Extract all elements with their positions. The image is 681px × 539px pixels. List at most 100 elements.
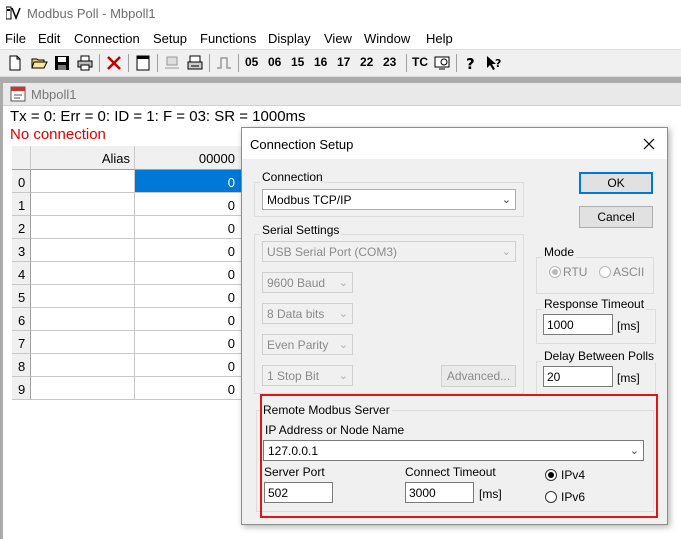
mode-rtu-radio[interactable] <box>549 266 561 278</box>
menu-file[interactable]: File <box>5 31 26 46</box>
print-icon[interactable] <box>76 54 94 72</box>
function-code-06-button[interactable]: 06 <box>268 55 281 74</box>
close-icon[interactable] <box>643 138 655 150</box>
menu-display[interactable]: Display <box>268 31 311 46</box>
save-icon[interactable] <box>53 54 71 72</box>
window-title: Modbus Poll - Mbpoll1 <box>27 6 156 21</box>
poll-status-line: Tx = 0: Err = 0: ID = 1: F = 03: SR = 10… <box>10 108 306 125</box>
register-value-cell[interactable]: 0 <box>135 285 248 308</box>
register-value-cell[interactable]: 0 <box>135 170 248 193</box>
child-window-title: Mbpoll1 <box>31 87 77 102</box>
new-file-icon[interactable] <box>6 54 24 72</box>
window-icon[interactable] <box>134 54 152 72</box>
help-icon[interactable]: ? <box>462 54 480 72</box>
printer-log-icon[interactable] <box>186 54 204 72</box>
pulse-icon[interactable] <box>215 54 233 72</box>
connection-status: No connection <box>10 126 106 143</box>
menu-connection[interactable]: Connection <box>74 31 140 46</box>
advanced-button[interactable]: Advanced... <box>441 365 516 387</box>
register-value-cell[interactable]: 0 <box>135 308 248 331</box>
alias-cell[interactable] <box>31 262 135 285</box>
toolbar-separator <box>238 54 239 72</box>
row-header[interactable]: 8 <box>12 354 31 377</box>
row-header[interactable]: 7 <box>12 331 31 354</box>
open-folder-icon[interactable] <box>30 54 48 72</box>
stop-bits-select[interactable]: 1 Stop Bit ⌄ <box>262 365 353 386</box>
parity-select[interactable]: Even Parity ⌄ <box>262 334 353 355</box>
serial-settings-group-label: Serial Settings <box>260 223 342 237</box>
function-code-23-button[interactable]: 23 <box>383 55 396 74</box>
close-icon[interactable] <box>105 54 123 72</box>
register-value-cell[interactable]: 0 <box>135 377 248 400</box>
baud-rate-select[interactable]: 9600 Baud ⌄ <box>262 272 353 293</box>
row-header[interactable]: 2 <box>12 216 31 239</box>
row-header[interactable]: 0 <box>12 170 31 193</box>
alias-cell[interactable] <box>31 308 135 331</box>
toolbar-separator <box>99 54 100 72</box>
register-grid: Alias 00000 00102030405060708090 <box>12 146 248 400</box>
context-help-icon[interactable]: ? <box>485 54 503 72</box>
response-timeout-unit: [ms] <box>617 319 640 333</box>
read-write-icon[interactable] <box>163 54 181 72</box>
row-header[interactable]: 6 <box>12 308 31 331</box>
toolbar-separator <box>209 54 210 72</box>
mode-group-label: Mode <box>542 245 577 259</box>
register-value-cell[interactable]: 0 <box>135 216 248 239</box>
response-timeout-input[interactable]: 1000 <box>543 314 613 335</box>
row-header[interactable]: 3 <box>12 239 31 262</box>
serial-port-select[interactable]: USB Serial Port (COM3) ⌄ <box>262 241 516 262</box>
ok-button[interactable]: OK <box>579 172 653 194</box>
chevron-down-icon: ⌄ <box>338 339 348 351</box>
menu-functions[interactable]: Functions <box>200 31 256 46</box>
data-bits-select[interactable]: 8 Data bits ⌄ <box>262 303 353 324</box>
toolbar-separator <box>157 54 158 72</box>
row-header[interactable]: 1 <box>12 193 31 216</box>
register-value-cell[interactable]: 0 <box>135 262 248 285</box>
row-header[interactable]: 9 <box>12 377 31 400</box>
delay-between-polls-input[interactable]: 20 <box>543 366 613 387</box>
function-code-05-button[interactable]: 05 <box>245 55 258 74</box>
register-value-cell[interactable]: 0 <box>135 331 248 354</box>
connection-setup-dialog: Connection Setup Connection Modbus TCP/I… <box>241 127 668 525</box>
connection-type-select[interactable]: Modbus TCP/IP ⌄ <box>262 189 516 210</box>
alias-cell[interactable] <box>31 239 135 262</box>
child-window-titlebar[interactable]: Mbpoll1 <box>3 83 681 106</box>
connection-type-value: Modbus TCP/IP <box>267 193 352 207</box>
delay-between-polls-label: Delay Between Polls <box>542 349 657 363</box>
toolbar-separator <box>406 54 407 72</box>
toolbar: 05 06 15 16 17 22 23 TC ? ? <box>0 49 681 77</box>
alias-cell[interactable] <box>31 285 135 308</box>
svg-text:?: ? <box>495 57 501 70</box>
document-icon <box>10 86 26 102</box>
menu-help[interactable]: Help <box>426 31 453 46</box>
dialog-title: Connection Setup <box>250 137 354 152</box>
response-timeout-label: Response Timeout <box>542 297 647 311</box>
row-header[interactable]: 4 <box>12 262 31 285</box>
function-code-17-button[interactable]: 17 <box>337 55 350 74</box>
grid-corner <box>12 146 31 170</box>
serial-port-value: USB Serial Port (COM3) <box>267 245 398 259</box>
menu-view[interactable]: View <box>324 31 352 46</box>
function-code-15-button[interactable]: 15 <box>291 55 304 74</box>
menu-window[interactable]: Window <box>364 31 410 46</box>
mode-rtu-label: RTU <box>563 265 588 279</box>
function-code-22-button[interactable]: 22 <box>360 55 373 74</box>
alias-cell[interactable] <box>31 331 135 354</box>
traffic-button[interactable]: TC <box>412 55 428 74</box>
menu-edit[interactable]: Edit <box>38 31 60 46</box>
monitor-icon[interactable] <box>433 54 451 72</box>
alias-cell[interactable] <box>31 354 135 377</box>
alias-cell[interactable] <box>31 377 135 400</box>
alias-cell[interactable] <box>31 170 135 193</box>
function-code-16-button[interactable]: 16 <box>314 55 327 74</box>
stop-bits-value: 1 Stop Bit <box>267 369 320 383</box>
menu-setup[interactable]: Setup <box>153 31 187 46</box>
register-value-cell[interactable]: 0 <box>135 193 248 216</box>
alias-cell[interactable] <box>31 216 135 239</box>
row-header[interactable]: 5 <box>12 285 31 308</box>
register-value-cell[interactable]: 0 <box>135 354 248 377</box>
register-value-cell[interactable]: 0 <box>135 239 248 262</box>
alias-cell[interactable] <box>31 193 135 216</box>
cancel-button[interactable]: Cancel <box>579 206 653 228</box>
mode-ascii-radio[interactable] <box>599 266 611 278</box>
